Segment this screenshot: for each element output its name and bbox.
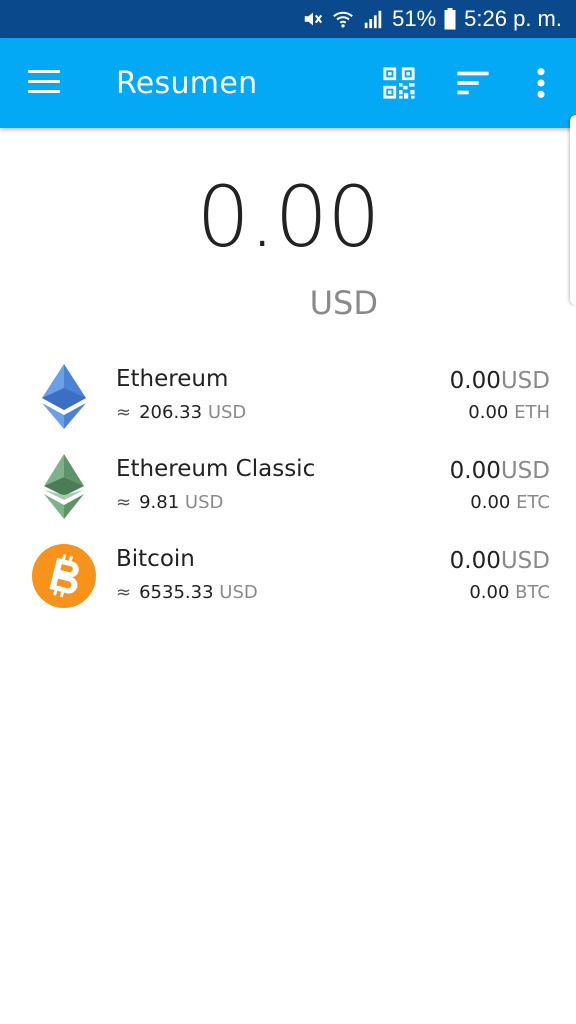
asset-value: 0.00USD xyxy=(450,368,550,394)
mute-icon xyxy=(304,12,323,26)
rate-value: 9.81 xyxy=(139,492,180,513)
value-amount: 0.00 xyxy=(449,368,501,394)
signal-icon xyxy=(364,10,382,29)
page-title: Resumen xyxy=(116,66,258,101)
approx-symbol: ≈ xyxy=(116,582,132,603)
value-amount: 0.00 xyxy=(449,458,501,484)
balance-amount: 0.00 xyxy=(469,582,510,603)
battery-icon xyxy=(444,8,456,30)
total-balance: 0.00 xyxy=(196,168,380,266)
value-currency: USD xyxy=(500,458,550,484)
rate-value: 6535.33 xyxy=(139,582,214,603)
asset-row-ethereum-classic[interactable]: Ethereum Classic ≈9.81 USD 0.00USD 0.00 … xyxy=(0,452,576,532)
qr-code-icon[interactable] xyxy=(382,66,416,100)
more-vert-icon[interactable] xyxy=(524,66,558,100)
ethereum-classic-icon xyxy=(44,454,84,519)
asset-balance: 0.00 BTC xyxy=(469,582,550,603)
balance-amount: 0.00 xyxy=(470,492,511,513)
asset-rate: ≈9.81 USD xyxy=(116,492,223,513)
asset-value: 0.00USD xyxy=(450,458,550,484)
status-time: 5:26 p. m. xyxy=(464,6,562,31)
value-amount: 0.00 xyxy=(449,548,501,574)
total-currency: USD xyxy=(309,284,378,322)
rate-currency: USD xyxy=(184,492,224,513)
balance-symbol: BTC xyxy=(515,582,550,603)
asset-balance: 0.00 ETH xyxy=(468,402,550,423)
asset-rate: ≈6535.33 USD xyxy=(116,582,258,603)
asset-name: Ethereum Classic xyxy=(116,456,316,482)
sort-icon[interactable] xyxy=(456,66,490,100)
rate-currency: USD xyxy=(219,582,258,603)
app-bar: Resumen xyxy=(0,38,576,128)
value-currency: USD xyxy=(500,368,550,394)
balance-symbol: ETC xyxy=(516,492,550,513)
asset-row-ethereum[interactable]: Ethereum ≈206.33 USD 0.00USD 0.00 ETH xyxy=(0,362,576,442)
value-currency: USD xyxy=(500,548,550,574)
hamburger-menu-icon[interactable] xyxy=(28,70,62,96)
ethereum-icon xyxy=(42,364,86,429)
rate-value: 206.33 xyxy=(139,402,203,423)
approx-symbol: ≈ xyxy=(116,402,132,423)
status-indicators: 51% 5:26 p. m. xyxy=(302,4,562,34)
asset-value: 0.00USD xyxy=(450,548,550,574)
bitcoin-icon xyxy=(32,544,96,608)
asset-name: Bitcoin xyxy=(116,546,195,572)
asset-row-bitcoin[interactable]: Bitcoin ≈6535.33 USD 0.00USD 0.00 BTC xyxy=(0,542,576,622)
wifi-icon xyxy=(333,11,353,28)
asset-balance: 0.00 ETC xyxy=(470,492,550,513)
approx-symbol: ≈ xyxy=(116,492,132,513)
balance-amount: 0.00 xyxy=(468,402,509,423)
asset-rate: ≈206.33 USD xyxy=(116,402,246,423)
balance-symbol: ETH xyxy=(514,402,550,423)
status-bar: 51% 5:26 p. m. xyxy=(0,0,576,38)
asset-name: Ethereum xyxy=(116,366,229,392)
rate-currency: USD xyxy=(207,402,247,423)
battery-percent: 51% xyxy=(392,6,437,31)
